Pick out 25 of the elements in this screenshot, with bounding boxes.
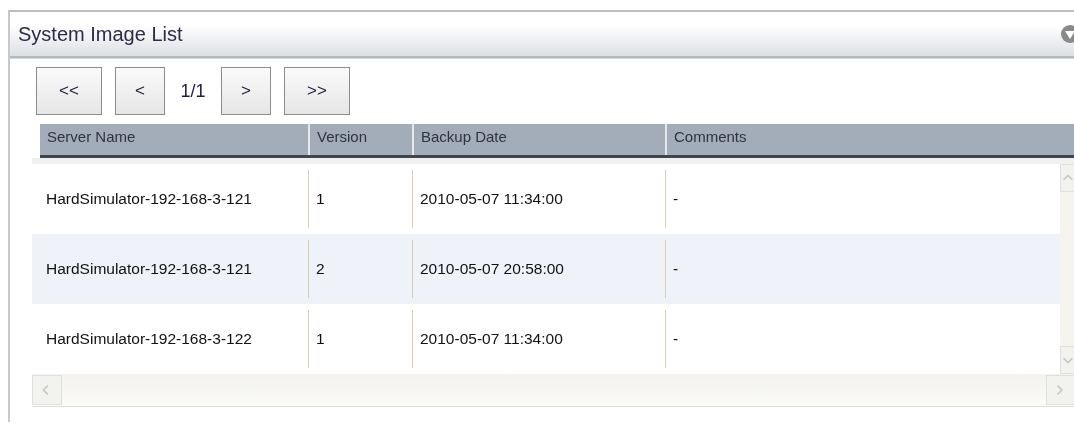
- table-cell-text: HardSimulator-192-168-3-121: [45, 259, 253, 279]
- horizontal-scrollbar[interactable]: [32, 374, 1074, 407]
- vertical-scrollbar[interactable]: [1060, 164, 1074, 374]
- table-cell: 2: [308, 240, 412, 298]
- table-cell: 1: [308, 170, 412, 228]
- table-row[interactable]: HardSimulator-192-168-3-121 1 2010-05-07 11:34:00 -: [32, 164, 1060, 234]
- table-row[interactable]: HardSimulator-192-168-3-121 2 2010-05-07 20:58:00 -: [32, 234, 1060, 304]
- table-cell-text: HardSimulator-192-168-3-122: [45, 329, 253, 349]
- collapse-icon[interactable]: [1060, 24, 1074, 44]
- table-cell: 2010-05-07 11:34:00: [412, 310, 665, 368]
- table-cell: 2010-05-07 20:58:00: [412, 240, 665, 298]
- table-cell: 1: [308, 310, 412, 368]
- table-cell: 2010-05-07 11:34:00: [412, 170, 665, 228]
- table-row[interactable]: HardSimulator-192-168-3-122 1 2010-05-07 11:34:00 -: [32, 304, 1060, 374]
- previous-page-button[interactable]: <: [115, 67, 165, 115]
- table-cell-text: HardSimulator-192-168-3-121: [45, 189, 253, 209]
- column-header[interactable]: Server Name: [40, 124, 308, 155]
- last-page-button[interactable]: >>: [284, 67, 350, 115]
- first-page-button[interactable]: <<: [36, 67, 102, 115]
- page-indicator: 1/1: [179, 80, 207, 102]
- next-page-button[interactable]: >: [221, 67, 271, 115]
- panel-title: System Image List: [18, 22, 183, 46]
- column-header[interactable]: Version: [308, 124, 412, 155]
- column-header[interactable]: Backup Date: [412, 124, 665, 155]
- column-header[interactable]: Comments: [665, 124, 1068, 155]
